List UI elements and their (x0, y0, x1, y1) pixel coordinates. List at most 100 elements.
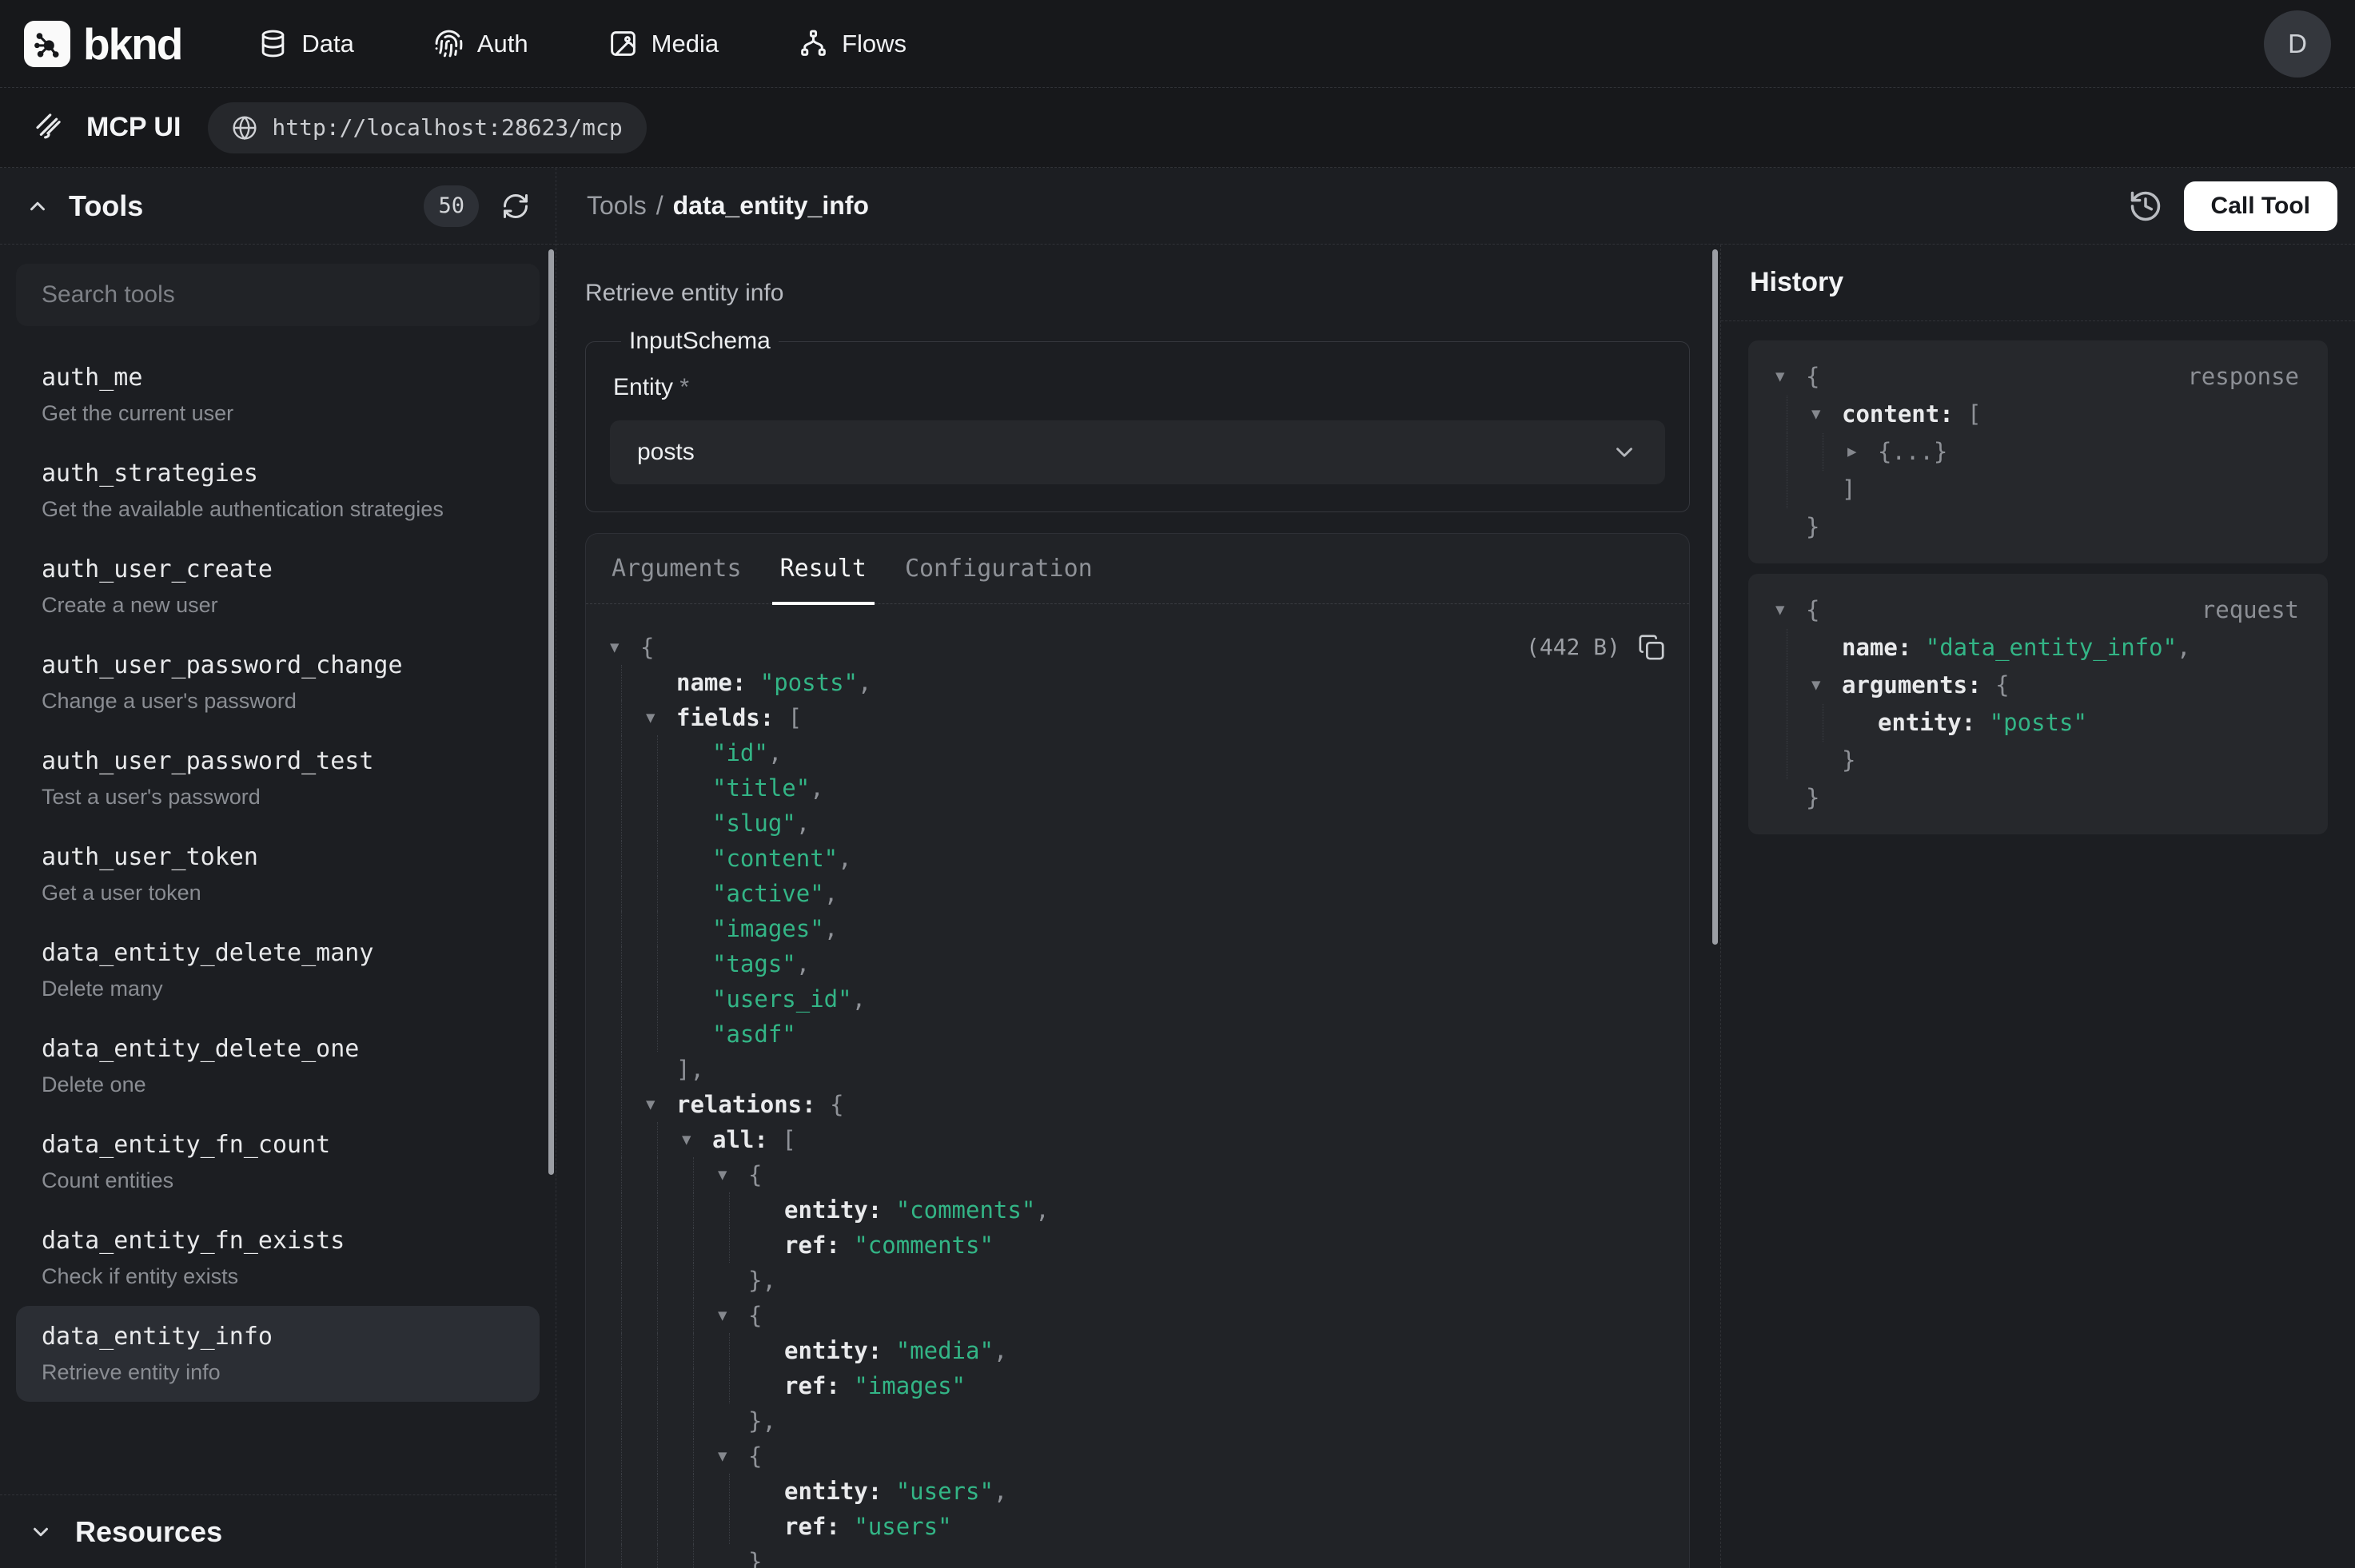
history-entry-response[interactable]: response▼{▼content: [▶{...}]} (1748, 340, 2328, 563)
json-key: fields: (676, 700, 788, 735)
json-toggle-icon[interactable]: ▼ (610, 630, 640, 665)
collapse-tools-chevron-up-icon[interactable] (26, 194, 50, 218)
search-tools-input[interactable] (16, 264, 540, 326)
json-toggle-icon[interactable]: ▼ (718, 1157, 748, 1192)
indent-guide (682, 1228, 718, 1263)
entity-select-value: posts (637, 439, 695, 466)
expand-resources-chevron-down-icon[interactable] (29, 1520, 53, 1544)
tool-name: data_entity_fn_count (42, 1132, 514, 1159)
tool-detail-header: Tools / data_entity_info Call Tool (556, 168, 2355, 245)
tool-item-data_entity_info[interactable]: data_entity_infoRetrieve entity info (16, 1306, 540, 1402)
json-punctuation: { (640, 630, 654, 665)
json-toggle-spacer (646, 665, 676, 700)
indent-guide (1775, 433, 1811, 471)
required-asterisk: * (679, 374, 689, 400)
json-line: ▼all: [ (610, 1122, 1665, 1157)
indent-guide (610, 946, 646, 981)
sidebar-scrollbar[interactable] (548, 249, 554, 1175)
json-toggle-spacer (682, 735, 712, 770)
json-toggle-spacer (1811, 629, 1842, 667)
tool-item-data_entity_fn_exists[interactable]: data_entity_fn_existsCheck if entity exi… (16, 1210, 540, 1306)
top-navigation-bar: bknd Data Auth Media Flows D (0, 0, 2355, 88)
json-toggle-icon[interactable]: ▼ (646, 700, 676, 735)
nav-item-data[interactable]: Data (258, 29, 353, 58)
tool-item-data_entity_fn_count[interactable]: data_entity_fn_count Count entities (16, 1114, 540, 1210)
nav-item-label: Data (301, 30, 353, 58)
json-key: entity: (784, 1474, 896, 1509)
indent-guide (610, 1192, 646, 1228)
json-key: content: (1842, 396, 1967, 433)
json-line: ▼{ (610, 1157, 1665, 1192)
json-string-value: "slug" (712, 806, 796, 841)
page-title: MCP UI (86, 112, 181, 143)
indent-guide (682, 1333, 718, 1368)
tool-item-auth_user_token[interactable]: auth_user_tokenGet a user token (16, 826, 540, 922)
indent-guide (646, 1403, 682, 1439)
indent-guide (682, 1263, 718, 1298)
json-toggle-spacer (682, 876, 712, 911)
json-toggle-icon[interactable]: ▼ (718, 1439, 748, 1474)
json-punctuation: { (748, 1439, 762, 1474)
json-line: "slug", (610, 806, 1665, 841)
copy-icon[interactable] (1638, 634, 1665, 661)
json-toggle-icon[interactable]: ▼ (646, 1087, 676, 1122)
json-toggle-spacer (754, 1333, 784, 1368)
indent-guide (1775, 396, 1811, 433)
json-string-value: "users" (896, 1474, 994, 1509)
json-string-value: "users" (854, 1509, 951, 1544)
bknd-logo[interactable]: bknd (24, 18, 181, 70)
json-toggle-icon[interactable]: ▼ (1811, 396, 1842, 433)
main-scrollbar[interactable] (1712, 249, 1718, 945)
tab-configuration[interactable]: Configuration (905, 534, 1093, 603)
breadcrumb-tools-link[interactable]: Tools (587, 191, 647, 221)
json-toggle-spacer (1775, 508, 1806, 546)
json-toggle-icon[interactable]: ▼ (1775, 591, 1806, 629)
user-avatar[interactable]: D (2264, 10, 2331, 78)
tool-item-auth_user_password_test[interactable]: auth_user_password_testTest a user's pas… (16, 730, 540, 826)
indent-guide (646, 770, 682, 806)
call-tool-button[interactable]: Call Tool (2184, 181, 2337, 231)
tool-item-data_entity_delete_one[interactable]: data_entity_delete_oneDelete one (16, 1018, 540, 1114)
tool-name: auth_user_token (42, 844, 514, 871)
tool-item-auth_me[interactable]: auth_meGet the current user (16, 347, 540, 443)
bknd-logo-icon (24, 21, 70, 67)
tool-description: Check if entity exists (42, 1264, 514, 1288)
json-line: }, (610, 1403, 1665, 1439)
tool-item-data_entity_delete_many[interactable]: data_entity_delete_manyDelete many (16, 922, 540, 1018)
json-punctuation: } (1806, 779, 1819, 817)
result-tabs: Arguments Result Configuration (586, 534, 1689, 604)
nav-item-media[interactable]: Media (608, 29, 719, 58)
json-toggle-icon[interactable]: ▼ (682, 1122, 712, 1157)
indent-guide (610, 1228, 646, 1263)
history-entry-request[interactable]: request▼{name: "data_entity_info",▼argum… (1748, 574, 2328, 834)
history-clock-icon[interactable] (2128, 189, 2163, 224)
mcp-url-pill[interactable]: http://localhost:28623/mcp (208, 102, 646, 153)
tool-item-auth_user_create[interactable]: auth_user_createCreate a new user (16, 539, 540, 635)
json-toggle-spacer (718, 1544, 748, 1568)
indent-guide (610, 1333, 646, 1368)
tools-list-scroll-area: auth_meGet the current userauth_strategi… (0, 245, 556, 1494)
json-toggle-icon[interactable]: ▼ (718, 1298, 748, 1333)
json-toggle-icon[interactable]: ▼ (1775, 358, 1806, 396)
nav-item-flows[interactable]: Flows (799, 29, 907, 58)
nav-item-auth[interactable]: Auth (434, 29, 528, 58)
tab-result[interactable]: Result (780, 534, 867, 603)
json-line: } (1775, 508, 2301, 546)
json-toggle-spacer (754, 1228, 784, 1263)
refresh-tools-icon[interactable] (501, 192, 530, 221)
resources-section-header[interactable]: Resources (0, 1494, 556, 1568)
json-string-value: "posts" (1990, 704, 2087, 742)
indent-guide (646, 911, 682, 946)
tab-arguments[interactable]: Arguments (612, 534, 742, 603)
json-line: ] (1775, 471, 2301, 508)
tool-item-auth_user_password_change[interactable]: auth_user_password_changeChange a user's… (16, 635, 540, 730)
tool-item-auth_strategies[interactable]: auth_strategiesGet the available authent… (16, 443, 540, 539)
json-punctuation: }, (748, 1403, 776, 1439)
json-toggle-icon[interactable]: ▶ (1847, 433, 1878, 471)
json-toggle-icon[interactable]: ▼ (1811, 667, 1842, 704)
indent-guide (718, 1509, 754, 1544)
entity-select[interactable]: posts (610, 420, 1665, 484)
tool-description: Count entities (42, 1168, 514, 1192)
json-line: ▼{ (610, 1298, 1665, 1333)
tool-description: Create a new user (42, 593, 514, 617)
